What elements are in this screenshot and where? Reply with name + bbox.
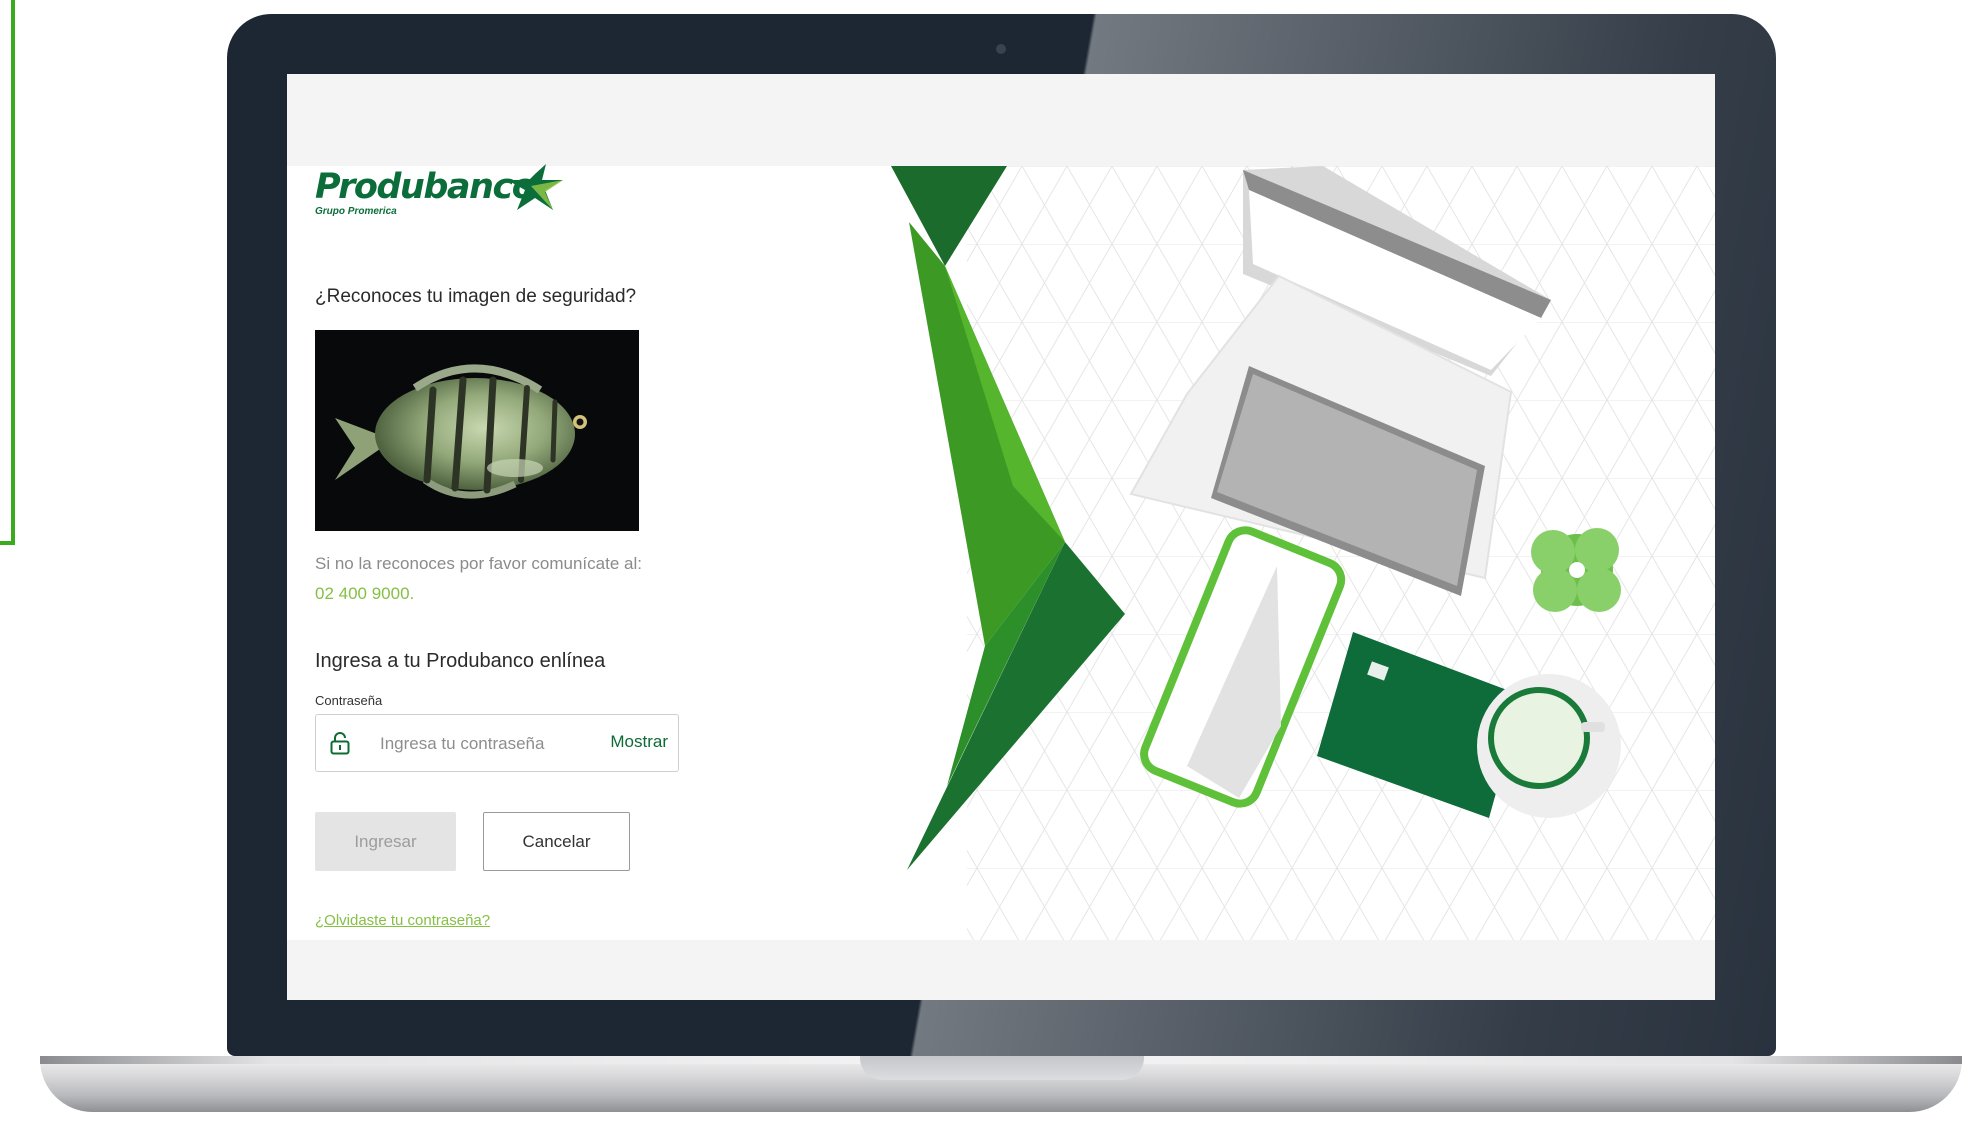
- show-password-button[interactable]: Mostrar: [610, 732, 668, 752]
- brand-tagline: Grupo Promerica: [315, 206, 397, 217]
- password-input[interactable]: [378, 731, 602, 757]
- forgot-password-link[interactable]: ¿Olvidaste tu contraseña?: [315, 912, 490, 929]
- hero-illustration: [891, 166, 1715, 940]
- flower-icon: [1531, 528, 1621, 612]
- lock-icon: [330, 732, 350, 755]
- laptop-notch: [860, 1056, 1144, 1080]
- support-phone: 02 400 9000.: [315, 584, 415, 603]
- password-field-wrapper[interactable]: Mostrar: [315, 714, 679, 772]
- browser-screen: Produbanco Grupo Promerica ¿Reconoces tu…: [287, 74, 1715, 1000]
- cup-icon: [1477, 674, 1621, 818]
- ingresar-button[interactable]: Ingresar: [315, 812, 456, 871]
- security-hint-text: Si no la reconoces por favor comunícate …: [315, 554, 642, 573]
- cancel-button[interactable]: Cancelar: [483, 812, 630, 871]
- brand-logo: Produbanco Grupo Promerica: [315, 164, 563, 217]
- password-label: Contraseña: [315, 693, 383, 708]
- security-question: ¿Reconoces tu imagen de seguridad?: [315, 286, 637, 307]
- star-logo-icon: [507, 164, 563, 210]
- bottom-bar: [287, 940, 1715, 1000]
- security-image-fish: [315, 330, 639, 531]
- camera-icon: [996, 44, 1006, 54]
- top-bar: [287, 74, 1715, 166]
- login-title: Ingresa a tu Produbanco enlínea: [315, 650, 606, 672]
- side-frame-decoration: [0, 0, 15, 545]
- brand-name: Produbanco: [315, 167, 536, 207]
